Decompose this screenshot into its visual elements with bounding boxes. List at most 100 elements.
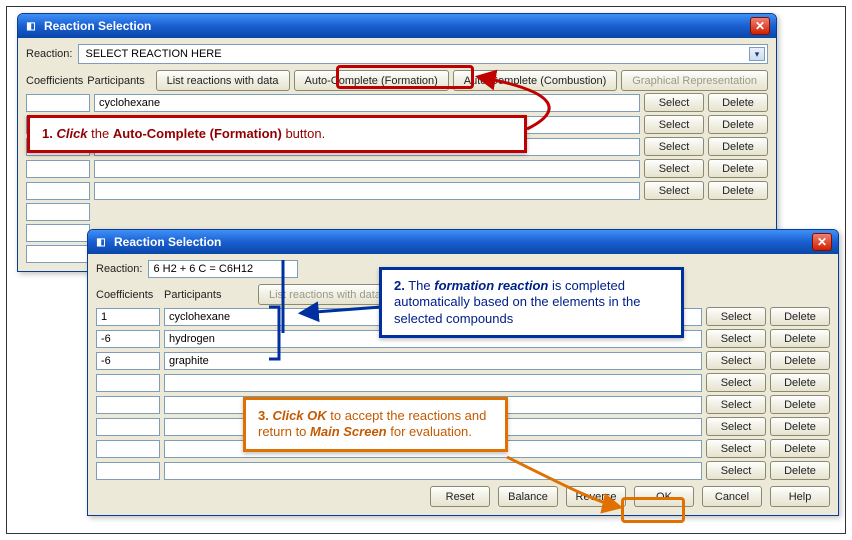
reaction-label: Reaction:: [96, 263, 142, 275]
coef-input[interactable]: [96, 462, 160, 480]
callout-text: Auto-Complete (Formation): [113, 126, 282, 141]
table-row: cyclohexane Select Delete: [26, 93, 768, 112]
table-row: Select Delete: [96, 373, 830, 392]
cancel-button[interactable]: Cancel: [702, 486, 762, 507]
delete-button[interactable]: Delete: [708, 93, 768, 112]
table-row: -6 graphite Select Delete: [96, 351, 830, 370]
col-coefficients: Coefficients: [26, 75, 83, 87]
coef-input[interactable]: [96, 396, 160, 414]
select-button[interactable]: Select: [706, 307, 766, 326]
coef-input[interactable]: [26, 160, 90, 178]
delete-button[interactable]: Delete: [770, 461, 830, 480]
coef-input[interactable]: [26, 224, 90, 242]
select-button[interactable]: Select: [706, 329, 766, 348]
coef-input[interactable]: [26, 182, 90, 200]
balance-button[interactable]: Balance: [498, 486, 558, 507]
callout-text: The: [405, 278, 434, 293]
select-button[interactable]: Select: [644, 137, 704, 156]
titlebar: ◧ Reaction Selection ✕: [18, 14, 776, 38]
callout-text: formation reaction: [434, 278, 548, 293]
coef-input[interactable]: [96, 374, 160, 392]
table-row: [26, 203, 768, 221]
highlight-ok-button: [621, 497, 685, 523]
coef-input[interactable]: [26, 203, 90, 221]
select-button[interactable]: Select: [706, 351, 766, 370]
delete-button[interactable]: Delete: [770, 351, 830, 370]
delete-button[interactable]: Delete: [770, 329, 830, 348]
callout-text: the: [88, 126, 113, 141]
delete-button[interactable]: Delete: [770, 439, 830, 458]
window-title: Reaction Selection: [44, 19, 151, 33]
participant-input[interactable]: cyclohexane: [94, 94, 640, 112]
select-button[interactable]: Select: [706, 395, 766, 414]
col-coefficients: Coefficients: [96, 289, 160, 301]
callout-3: 3. Click OK to accept the reactions and …: [243, 397, 508, 452]
reverse-button[interactable]: Reverse: [566, 486, 626, 507]
window-title: Reaction Selection: [114, 235, 221, 249]
select-button[interactable]: Select: [706, 417, 766, 436]
reaction-label: Reaction:: [26, 48, 72, 60]
callout-text: button.: [282, 126, 325, 141]
callout-text: for evaluation.: [387, 424, 472, 439]
coef-input[interactable]: [96, 418, 160, 436]
reset-button[interactable]: Reset: [430, 486, 490, 507]
delete-button[interactable]: Delete: [770, 373, 830, 392]
app-icon: ◧: [94, 235, 108, 249]
callout-2: 2. The formation reaction is completed a…: [379, 267, 684, 338]
canvas: ◧ Reaction Selection ✕ Reaction: SELECT …: [6, 6, 846, 534]
highlight-auto-complete-formation: [336, 65, 474, 89]
participant-input[interactable]: [164, 374, 702, 392]
coef-input[interactable]: [96, 440, 160, 458]
delete-button[interactable]: Delete: [708, 159, 768, 178]
callout-text: Click: [56, 126, 87, 141]
app-icon: ◧: [24, 19, 38, 33]
callout-text: Main Screen: [310, 424, 387, 439]
select-button[interactable]: Select: [644, 181, 704, 200]
coef-input[interactable]: [26, 245, 90, 263]
callout-text: Click OK: [272, 408, 326, 423]
col-participants: Participants: [164, 289, 254, 301]
reaction-input[interactable]: 6 H2 + 6 C = C6H12: [148, 260, 298, 278]
coef-input[interactable]: -6: [96, 352, 160, 370]
callout-number: 3.: [258, 408, 269, 423]
participant-input[interactable]: [94, 160, 640, 178]
participant-input[interactable]: [94, 182, 640, 200]
reaction-row: Reaction: SELECT REACTION HERE ▾: [26, 44, 768, 64]
callout-1: 1. Click the Auto-Complete (Formation) b…: [27, 115, 527, 153]
delete-button[interactable]: Delete: [708, 137, 768, 156]
list-reactions-button[interactable]: List reactions with data: [156, 70, 290, 91]
delete-button[interactable]: Delete: [708, 115, 768, 134]
titlebar: ◧ Reaction Selection ✕: [88, 230, 838, 254]
help-button[interactable]: Help: [770, 486, 830, 507]
chevron-down-icon[interactable]: ▾: [749, 47, 765, 61]
delete-button[interactable]: Delete: [770, 307, 830, 326]
select-button[interactable]: Select: [644, 159, 704, 178]
coef-input[interactable]: [26, 94, 90, 112]
col-participants: Participants: [87, 75, 151, 87]
list-reactions-button[interactable]: List reactions with data: [258, 284, 392, 305]
delete-button[interactable]: Delete: [770, 395, 830, 414]
callout-number: 2.: [394, 278, 405, 293]
select-button[interactable]: Select: [644, 93, 704, 112]
table-row: Select Delete: [26, 159, 768, 178]
participant-input[interactable]: [164, 462, 702, 480]
coef-input[interactable]: 1: [96, 308, 160, 326]
reaction-combo[interactable]: SELECT REACTION HERE ▾: [78, 44, 768, 64]
callout-number: 1.: [42, 126, 53, 141]
reaction-combo-value: SELECT REACTION HERE: [85, 48, 221, 60]
select-button[interactable]: Select: [706, 373, 766, 392]
select-button[interactable]: Select: [706, 439, 766, 458]
button-strip: Reset Balance Reverse OK Cancel Help: [96, 486, 830, 507]
delete-button[interactable]: Delete: [770, 417, 830, 436]
coef-input[interactable]: -6: [96, 330, 160, 348]
select-button[interactable]: Select: [644, 115, 704, 134]
table-row: Select Delete: [26, 181, 768, 200]
graphical-representation-button[interactable]: Graphical Representation: [621, 70, 768, 91]
participant-input[interactable]: graphite: [164, 352, 702, 370]
auto-complete-combustion-button[interactable]: Auto-Complete (Combustion): [453, 70, 617, 91]
delete-button[interactable]: Delete: [708, 181, 768, 200]
close-icon[interactable]: ✕: [812, 233, 832, 251]
close-icon[interactable]: ✕: [750, 17, 770, 35]
reaction-input-value: 6 H2 + 6 C = C6H12: [153, 263, 253, 275]
select-button[interactable]: Select: [706, 461, 766, 480]
